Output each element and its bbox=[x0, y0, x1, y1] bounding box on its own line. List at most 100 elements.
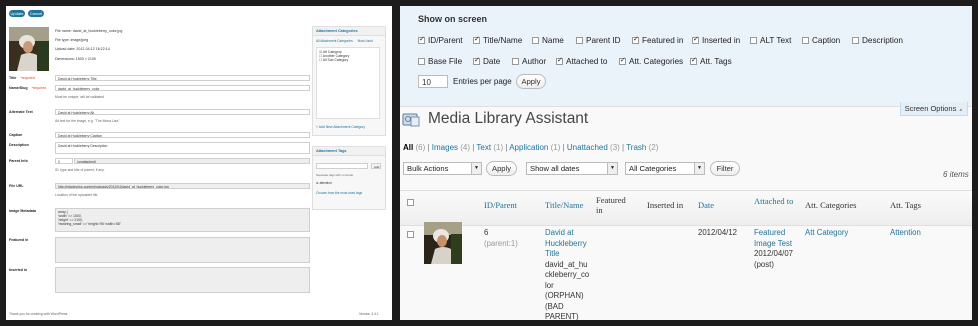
row-id-cell: 6 (parent:1) bbox=[484, 228, 518, 249]
update-button[interactable]: Update bbox=[9, 10, 25, 17]
option-alt-text[interactable]: ALT Text bbox=[750, 36, 791, 45]
file-url-field[interactable]: http://mladev/wp-content/uploads/2012/04… bbox=[55, 183, 310, 189]
select-all-checkbox[interactable] bbox=[407, 199, 414, 206]
entries-per-page-input[interactable]: 10 bbox=[418, 75, 448, 88]
featured-in-textarea[interactable] bbox=[55, 237, 310, 263]
row-tag-link[interactable]: Attention bbox=[890, 228, 921, 239]
view-trash[interactable]: Trash (2) bbox=[626, 143, 658, 152]
add-tag-button[interactable]: Add bbox=[371, 163, 381, 169]
row-checkbox[interactable] bbox=[407, 231, 414, 238]
option-inserted-in[interactable]: Inserted in bbox=[692, 35, 740, 45]
option-att-categories[interactable]: Att. Categories bbox=[619, 56, 684, 66]
row-category-link[interactable]: Att Category bbox=[805, 228, 848, 239]
attachment-thumbnail bbox=[9, 27, 49, 71]
view-application[interactable]: Application (1) bbox=[509, 143, 560, 152]
tag-attention[interactable]: ⊗ attention bbox=[316, 181, 332, 185]
inserted-in-label: Inserted in bbox=[9, 268, 28, 272]
column-att-categories: Att. Categories bbox=[805, 200, 857, 210]
slug-input[interactable]: david_at_huckleberry_color bbox=[55, 85, 310, 91]
option-base-file[interactable]: Base File bbox=[418, 57, 462, 66]
option-featured-in[interactable]: Featured in bbox=[632, 35, 683, 45]
option-author[interactable]: Author bbox=[512, 57, 546, 66]
filter-button[interactable]: Filter bbox=[710, 161, 740, 176]
view-label: Application bbox=[509, 143, 549, 152]
view-unattached[interactable]: Unattached (3) bbox=[567, 143, 620, 152]
checkbox-icon bbox=[473, 35, 480, 45]
row-title-line[interactable]: Huckleberry bbox=[545, 239, 589, 250]
date-filter-select[interactable]: Show all dates ▼ bbox=[526, 162, 618, 175]
entries-per-page-label: Entries per page bbox=[453, 77, 512, 86]
option-label: ALT Text bbox=[760, 36, 792, 45]
attached-line: 2012/04/07 bbox=[754, 249, 794, 258]
inserted-in-textarea[interactable] bbox=[55, 267, 310, 293]
row-id: 6 bbox=[484, 228, 489, 237]
screen-options-panel: Show on screen ID/Parent Title/Name Name… bbox=[400, 6, 972, 107]
row-attached-cell[interactable]: Featured Image Test 2012/04/07 (post) bbox=[754, 228, 793, 270]
option-attached-to[interactable]: Attached to bbox=[556, 56, 607, 66]
column-attached-to[interactable]: Attached to bbox=[754, 195, 794, 207]
option-label: Date bbox=[483, 57, 501, 66]
column-date[interactable]: Date bbox=[698, 200, 714, 210]
option-date[interactable]: Date bbox=[473, 56, 501, 66]
tab-all-categories[interactable]: All Attachment Categories bbox=[316, 39, 353, 43]
bulk-apply-button[interactable]: Apply bbox=[486, 161, 517, 176]
attached-line: Image Test bbox=[754, 238, 792, 248]
row-title-line[interactable]: Title bbox=[545, 249, 589, 260]
attachment-categories-box: Attachment Categories All Attachment Cat… bbox=[312, 26, 386, 136]
option-description[interactable]: Description bbox=[852, 36, 903, 45]
column-id-parent[interactable]: ID/Parent bbox=[484, 200, 517, 210]
alt-text-input[interactable]: David at Huckleberry Alt bbox=[55, 109, 310, 115]
row-date: 2012/04/12 bbox=[698, 228, 738, 237]
row-status-line: (BAD bbox=[545, 301, 564, 311]
bulk-actions-select[interactable]: Bulk Actions ▼ bbox=[403, 162, 482, 175]
parent-id-input[interactable]: 0 bbox=[55, 158, 73, 164]
caption-input[interactable]: David at Huckleberry Caption bbox=[55, 132, 310, 138]
checkbox-icon bbox=[512, 58, 519, 66]
screen-options-apply-button[interactable]: Apply bbox=[516, 74, 546, 89]
tab-most-used[interactable]: Most Used bbox=[358, 39, 373, 43]
category-filter-select[interactable]: All Categories ▼ bbox=[625, 162, 705, 175]
title-input[interactable]: David at Huckleberry Title bbox=[55, 75, 310, 81]
view-label: Text bbox=[476, 143, 492, 152]
checkbox-icon bbox=[418, 58, 425, 66]
date-filter-value: Show all dates bbox=[530, 164, 580, 173]
view-images[interactable]: Images (4) bbox=[432, 143, 470, 152]
alt-text-hint: Alt text for the image, e.g. "The Mona L… bbox=[55, 119, 120, 123]
add-category-link[interactable]: + Add New Attachment Category bbox=[316, 125, 365, 129]
metadata-line: 'hwstring_small' => 'height='96' width='… bbox=[58, 222, 122, 226]
option-parent-id[interactable]: Parent ID bbox=[576, 36, 621, 45]
view-label: Unattached bbox=[566, 143, 608, 152]
view-all[interactable]: All (6) bbox=[403, 143, 425, 152]
row-thumbnail[interactable] bbox=[424, 222, 462, 264]
category-item[interactable]: ☐ All Sub Category bbox=[319, 58, 377, 62]
cancel-button[interactable]: Cancel bbox=[28, 10, 44, 17]
option-title-name[interactable]: Title/Name bbox=[473, 35, 522, 45]
checkbox-icon bbox=[576, 37, 583, 45]
option-id-parent[interactable]: ID/Parent bbox=[418, 35, 463, 45]
description-textarea[interactable]: David at Huckleberry Description bbox=[55, 142, 310, 154]
row-title-cell: David at Huckleberry Title david_at_hu c… bbox=[545, 228, 589, 320]
checkbox-icon bbox=[556, 56, 563, 66]
option-label: Name bbox=[542, 36, 564, 45]
option-label: Author bbox=[522, 57, 547, 66]
option-name[interactable]: Name bbox=[532, 36, 564, 45]
choose-tags-link[interactable]: Choose from the most used tags bbox=[316, 191, 362, 195]
image-metadata-textarea[interactable]: array ( 'width' => 1500, 'height' => 210… bbox=[55, 208, 310, 232]
screen-options-tab[interactable]: Screen Options ▲ bbox=[900, 102, 968, 116]
table-header: ID/Parent Title/Name Featured in Inserte… bbox=[400, 190, 972, 226]
row-status-line: (ORPHAN) bbox=[545, 291, 584, 300]
option-label: Caption bbox=[812, 36, 841, 45]
media-library-icon bbox=[402, 113, 420, 127]
option-att-tags[interactable]: Att. Tags bbox=[690, 56, 732, 66]
chevron-down-icon: ▼ bbox=[694, 163, 704, 174]
slug-hint: Must be unique; will be validated bbox=[55, 95, 105, 99]
option-label: Att. Categories bbox=[629, 57, 684, 66]
view-count: (2) bbox=[648, 143, 659, 152]
tag-label: attention bbox=[319, 181, 332, 185]
row-title-line[interactable]: David at bbox=[545, 228, 589, 239]
view-text[interactable]: Text (1) bbox=[476, 143, 503, 152]
option-caption[interactable]: Caption bbox=[802, 36, 840, 45]
attachment-tags-box: Attachment Tags Add Separate tags with c… bbox=[312, 146, 386, 210]
tags-input[interactable] bbox=[316, 163, 368, 169]
column-title-name[interactable]: Title/Name bbox=[545, 200, 583, 210]
